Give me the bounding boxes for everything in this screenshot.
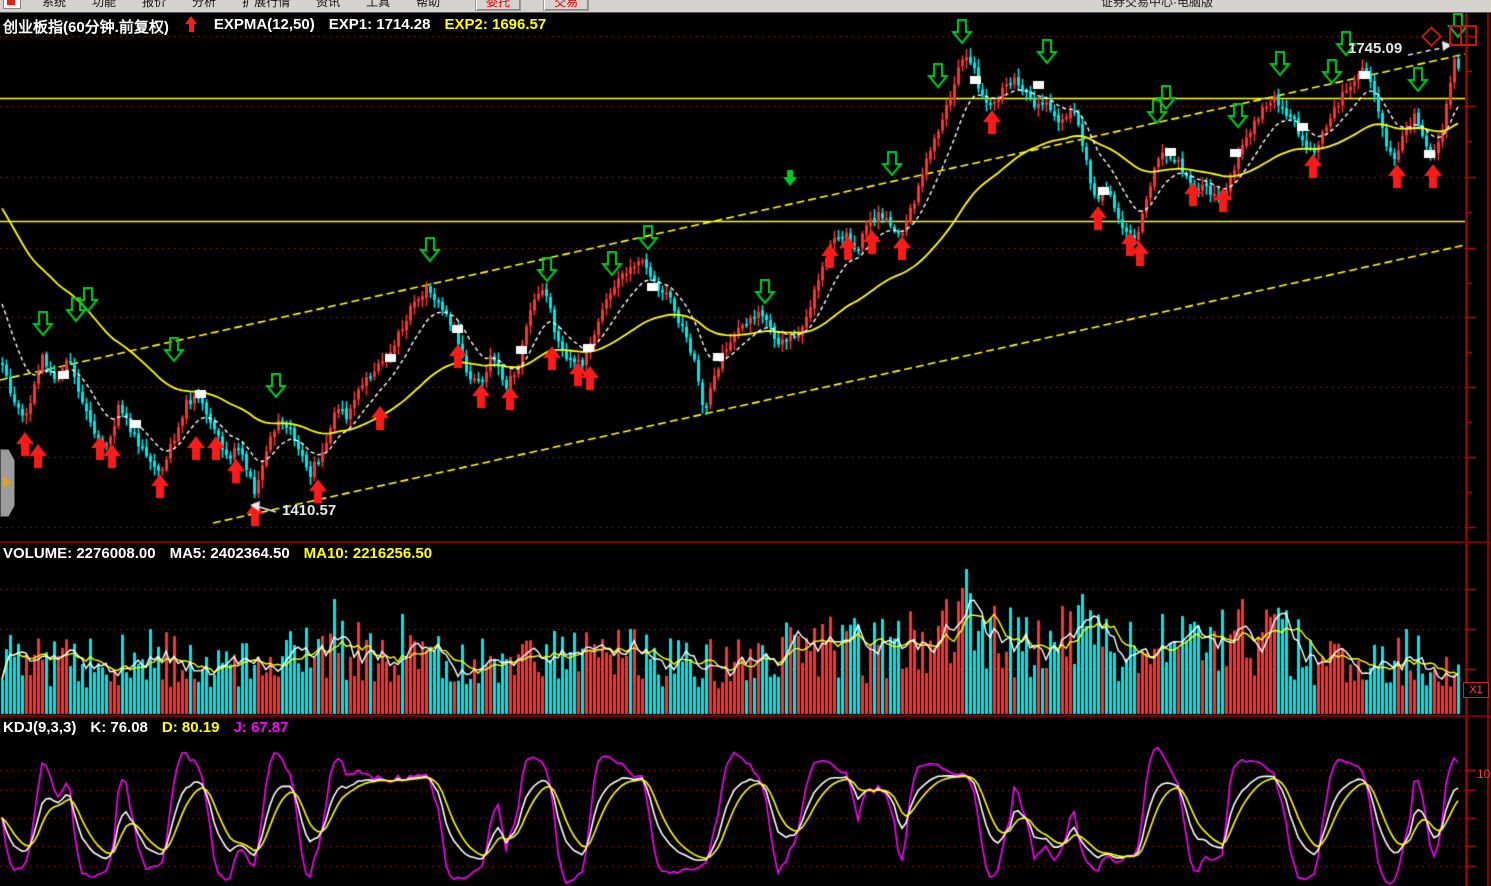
trading-terminal: { "menu_bar": { "items": ["系统", "功能", "报…: [0, 0, 1491, 886]
kdj-indicator-name: KDJ(9,3,3): [3, 719, 76, 736]
main-price-chart[interactable]: [0, 0, 1491, 542]
menu-bar: 系统 功能 报价 分析 扩展行情 资讯 工具 帮助 委托 交易 证券交易中心·电…: [0, 0, 1491, 13]
exp1-value: EXP1: 1714.28: [329, 16, 431, 37]
low-price-annotation: 1410.57: [282, 502, 336, 519]
menu-item-help[interactable]: 帮助: [403, 0, 453, 10]
menu-item-news[interactable]: 资讯: [303, 0, 353, 10]
main-chart-header: 创业板指(60分钟.前复权) EXPMA(12,50) EXP1: 1714.2…: [3, 16, 546, 37]
menu-item-system[interactable]: 系统: [29, 0, 79, 10]
window-right-border: [1487, 13, 1489, 886]
menu-item-trade[interactable]: 交易: [543, 0, 589, 11]
volume-header: VOLUME: 2276008.00 MA5: 2402364.50 MA10:…: [3, 545, 432, 562]
menu-item-extended[interactable]: 扩展行情: [229, 0, 303, 10]
menu-item-quote[interactable]: 报价: [129, 0, 179, 10]
kdj-header: KDJ(9,3,3) K: 76.08 D: 80.19 J: 67.87: [3, 719, 289, 736]
kdj-chart[interactable]: [0, 717, 1491, 886]
symbol-title: 创业板指(60分钟.前复权): [3, 16, 169, 37]
volume-ma5-value: MA5: 2402364.50: [170, 545, 290, 562]
menu-item-analysis[interactable]: 分析: [179, 0, 229, 10]
menu-item-entrust[interactable]: 委托: [475, 0, 521, 11]
high-price-annotation: 1745.09: [1348, 40, 1402, 57]
volume-zoom-badge[interactable]: X1: [1463, 682, 1489, 698]
main-volume-divider: [0, 541, 1491, 543]
volume-value: VOLUME: 2276008.00: [3, 545, 156, 562]
app-logo-icon: [3, 0, 21, 9]
kdj-j-value: J: 67.87: [233, 719, 288, 736]
menu-item-function[interactable]: 功能: [79, 0, 129, 10]
volume-chart[interactable]: [0, 543, 1491, 715]
volume-kdj-divider: [0, 715, 1491, 717]
red-up-arrow-icon: [185, 16, 198, 33]
indicator-name: EXPMA(12,50): [214, 16, 315, 37]
volume-ma10-value: MA10: 2216256.50: [304, 545, 432, 562]
kdj-d-value: D: 80.19: [162, 719, 220, 736]
kdj-k-value: K: 76.08: [90, 719, 148, 736]
menu-item-tools[interactable]: 工具: [353, 0, 403, 10]
sidebar-collapse-handle[interactable]: [0, 449, 15, 517]
exp2-value: EXP2: 1696.57: [444, 16, 546, 37]
layout-switch-icon[interactable]: [1449, 25, 1477, 46]
broker-title: 证券交易中心·电脑版: [1101, 0, 1213, 10]
kdj-axis-label: 100: [1477, 767, 1491, 781]
